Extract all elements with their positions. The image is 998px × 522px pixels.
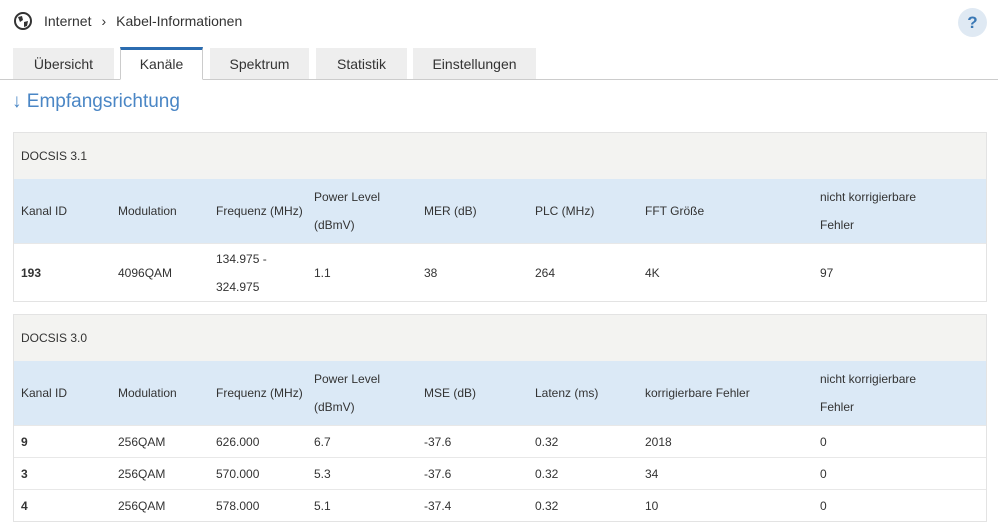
tab-kanaele[interactable]: Kanäle bbox=[120, 47, 203, 80]
breadcrumb-root[interactable]: Internet bbox=[44, 13, 91, 29]
breadcrumb: Internet › Kabel-Informationen bbox=[14, 12, 242, 30]
column-header: PLC (MHz) bbox=[535, 204, 595, 218]
column-header: Kanal ID bbox=[21, 204, 68, 218]
table-cell: 2018 bbox=[645, 434, 672, 449]
table-header: Kanal ID Modulation Frequenz (MHz) Power Le… bbox=[14, 361, 986, 425]
table-row: 4 256QAM 578.000 5.1 -37.4 0.32 10 0 bbox=[14, 489, 986, 521]
column-header: Kanal ID bbox=[21, 386, 68, 400]
table-cell: 0 bbox=[820, 466, 827, 481]
table-cell: 134.975 - 324.975 bbox=[216, 251, 267, 294]
table-cell: 4K bbox=[645, 265, 660, 280]
tab-spektrum[interactable]: Spektrum bbox=[210, 48, 309, 79]
column-header: Modulation bbox=[118, 204, 177, 218]
help-button[interactable]: ? bbox=[958, 8, 987, 37]
table-cell: 34 bbox=[645, 466, 659, 481]
table-row: 193 4096QAM 134.975 - 324.975 1.1 38 264 4K 97 bbox=[14, 243, 986, 301]
table-title: DOCSIS 3.0 bbox=[14, 315, 986, 361]
table-cell: 10 bbox=[645, 498, 659, 513]
breadcrumb-current: Kabel-Informationen bbox=[116, 13, 243, 29]
column-header: MSE (dB) bbox=[424, 386, 477, 400]
table-cell: 570.000 bbox=[216, 466, 260, 481]
column-header: Power Level (dBmV) bbox=[314, 372, 381, 414]
table-cell: 626.000 bbox=[216, 434, 260, 449]
column-header: Modulation bbox=[118, 386, 177, 400]
table-title: DOCSIS 3.1 bbox=[14, 133, 986, 179]
column-header: Latenz (ms) bbox=[535, 386, 599, 400]
table-cell: 97 bbox=[820, 265, 834, 280]
globe-icon bbox=[14, 12, 32, 30]
section-heading: ↓ Empfangsrichtung bbox=[12, 91, 180, 112]
column-header: nicht korrigierbare Fehler bbox=[820, 372, 917, 414]
column-header: Frequenz (MHz) bbox=[216, 204, 303, 218]
column-header: FFT Größe bbox=[645, 204, 705, 218]
column-header: Power Level (dBmV) bbox=[314, 190, 381, 232]
table-row: 9 256QAM 626.000 6.7 -37.6 0.32 2018 0 bbox=[14, 425, 986, 457]
table-row: 3 256QAM 570.000 5.3 -37.6 0.32 34 0 bbox=[14, 457, 986, 489]
column-header: MER (dB) bbox=[424, 204, 477, 218]
docsis30-table: DOCSIS 3.0 Kanal ID Modulation Frequenz (MH… bbox=[13, 314, 987, 522]
table-cell: 0 bbox=[820, 498, 827, 513]
column-header: nicht korrigierbare Fehler bbox=[820, 190, 917, 232]
tab-uebersicht[interactable]: Übersicht bbox=[13, 48, 114, 79]
column-header: Frequenz (MHz) bbox=[216, 386, 303, 400]
table-cell: 0 bbox=[820, 434, 827, 449]
tab-einstellungen[interactable]: Einstellungen bbox=[413, 48, 536, 79]
chevron-right-icon: › bbox=[101, 13, 107, 29]
docsis31-table: DOCSIS 3.1 Kanal ID Modulation Frequenz (MH… bbox=[13, 132, 987, 302]
table-header: Kanal ID Modulation Frequenz (MHz) Power Le… bbox=[14, 179, 986, 243]
tab-statistik[interactable]: Statistik bbox=[316, 48, 407, 79]
column-header: korrigierbare Fehler bbox=[645, 386, 750, 400]
table-cell: 578.000 bbox=[216, 498, 260, 513]
tab-bar: Übersicht Kanäle Spektrum Statistik Eins… bbox=[0, 47, 998, 80]
